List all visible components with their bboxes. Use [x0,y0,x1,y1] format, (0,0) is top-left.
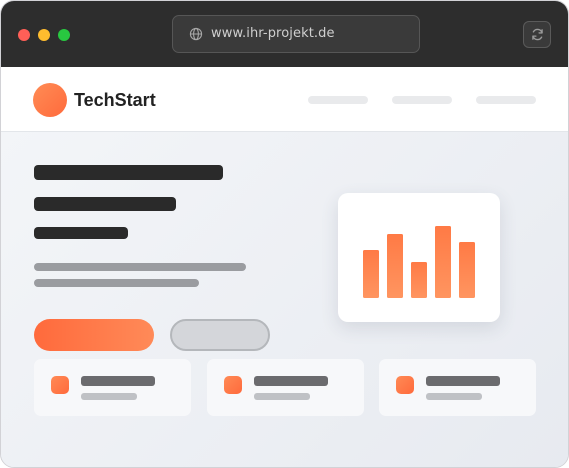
site-navbar: TechStart [1,67,568,132]
feature-subtitle-placeholder [426,393,482,400]
logo-icon[interactable] [33,83,67,117]
hero-section [1,132,568,467]
feature-subtitle-placeholder [81,393,137,400]
nav-link-placeholder-3[interactable] [476,96,536,104]
close-window-button[interactable] [18,29,30,41]
bar-chart [363,226,475,298]
reload-icon [532,28,543,41]
feature-icon [224,376,242,394]
nav-link-placeholder-1[interactable] [308,96,368,104]
feature-card-2[interactable] [207,359,364,416]
paragraph-placeholder-line-1 [34,263,246,271]
brand-name[interactable]: TechStart [74,85,156,115]
url-text: www.ihr-projekt.de [211,26,335,41]
chart-bar-3 [411,262,427,298]
feature-card-3[interactable] [379,359,536,416]
feature-icon [396,376,414,394]
headline-placeholder-line-3 [34,227,128,239]
chart-bar-4 [435,226,451,298]
browser-title-bar: www.ihr-projekt.de [1,1,568,67]
feature-subtitle-placeholder [254,393,310,400]
feature-title-placeholder [426,376,500,386]
feature-card-1[interactable] [34,359,191,416]
chart-card [338,193,500,322]
headline-placeholder-line-1 [34,165,223,180]
feature-title-placeholder [254,376,328,386]
chart-bar-1 [363,250,379,298]
nav-link-placeholder-2[interactable] [392,96,452,104]
maximize-window-button[interactable] [58,29,70,41]
minimize-window-button[interactable] [38,29,50,41]
feature-title-placeholder [81,376,155,386]
chart-bar-2 [387,234,403,298]
address-bar[interactable]: www.ihr-projekt.de [172,15,420,53]
feature-icon [51,376,69,394]
reload-button[interactable] [523,21,551,48]
paragraph-placeholder-line-2 [34,279,199,287]
secondary-cta-button[interactable] [170,319,270,351]
globe-icon [189,27,203,41]
chart-bar-5 [459,242,475,298]
primary-cta-button[interactable] [34,319,154,351]
browser-window: www.ihr-projekt.de TechStart [0,0,569,468]
headline-placeholder-line-2 [34,197,176,211]
